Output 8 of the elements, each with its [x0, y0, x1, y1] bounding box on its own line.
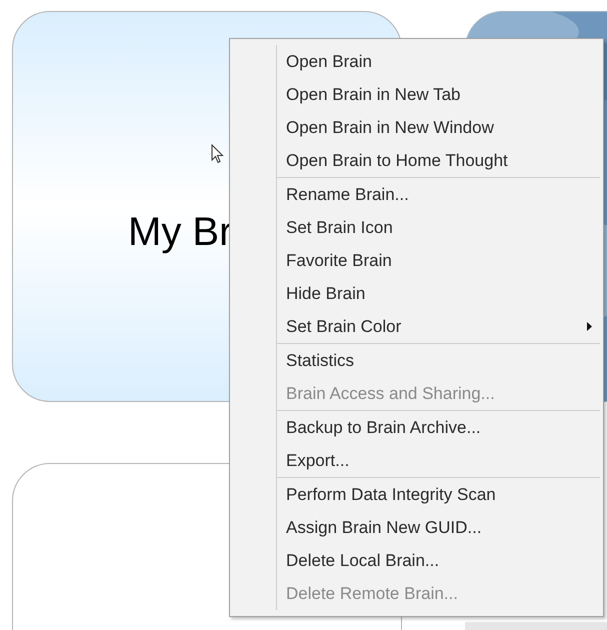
menu-item[interactable]: Backup to Brain Archive... [230, 410, 600, 444]
menu-item[interactable]: Delete Local Brain... [230, 544, 600, 577]
pointer-icon [211, 144, 224, 164]
brain-name: My Br [128, 212, 232, 252]
menu-item[interactable]: Assign Brain New GUID... [230, 511, 600, 544]
submenu-arrow-icon [587, 322, 592, 331]
menu-item[interactable]: Export... [230, 444, 600, 477]
menu-item[interactable]: Perform Data Integrity Scan [230, 477, 600, 511]
